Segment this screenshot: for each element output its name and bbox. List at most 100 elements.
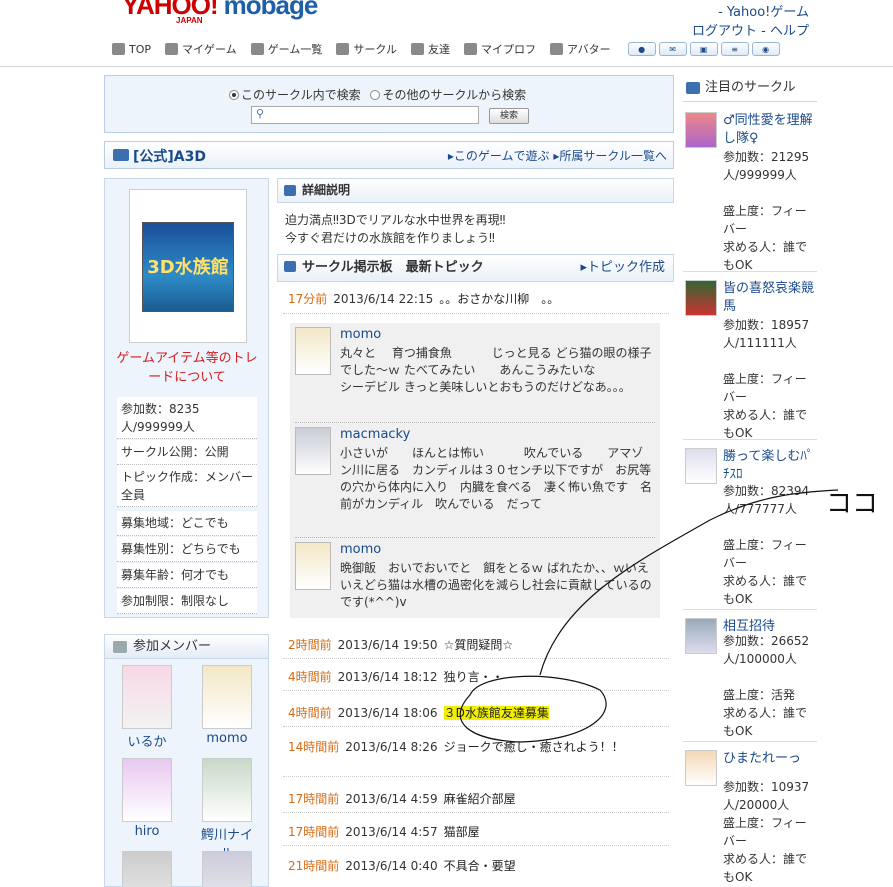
info-gender: 募集性別：どちらでも [117, 537, 257, 562]
featured-name[interactable]: 皆の喜怒哀楽競馬 [723, 280, 815, 316]
nav-avatar[interactable]: アバター [550, 41, 611, 57]
group-icon [686, 82, 700, 94]
logo-japan: JAPAN [176, 16, 203, 25]
featured-mood: 盛上度：フィーバー [723, 204, 807, 236]
option-other-label[interactable]: その他のサークルから検索 [382, 88, 526, 102]
yahoo-game-link[interactable]: - Yahoo!ゲーム [692, 3, 809, 22]
search-button[interactable]: 検索 [489, 108, 529, 124]
detail-line-2: 今すぐ君だけの水族館を作りましょう‼ [285, 231, 495, 245]
avatar[interactable] [295, 327, 331, 375]
header-links: - Yahoo!ゲーム ログアウト - ヘルプ [692, 3, 809, 41]
global-nav: TOP マイゲーム ゲーム一覧 サークル 友達 マイプロフ アバター ● ✉ ▣… [112, 41, 780, 57]
friends-icon [411, 43, 425, 55]
mygame-icon [165, 43, 179, 55]
game-icon[interactable]: ◉ [751, 42, 780, 56]
topic-date: 2013/6/14 8:26 [345, 740, 438, 754]
featured-circle[interactable]: ♂同性愛を理解し隊♀ 参加数：21295人/999999人 盛上度：フィーバー … [683, 106, 817, 272]
nav-circle[interactable]: サークル [336, 41, 397, 57]
chat-icon[interactable]: ● [627, 42, 656, 56]
latest-comments: momo 丸々と 育つ捕食魚 じっと見る どら猫の眼の様子でした〜ｗ たべてみた… [290, 323, 660, 618]
featured-want: 求める人：誰でもOK [723, 574, 808, 606]
yahoo-mobage-logo[interactable]: YAHOO! mobage JAPAN [122, 0, 319, 25]
radio-other-circle[interactable] [370, 90, 381, 100]
list-icon[interactable]: ≡ [720, 42, 749, 56]
box-icon[interactable]: ▣ [689, 42, 718, 56]
info-restriction: 参加制限：制限なし [117, 589, 257, 614]
member-item[interactable] [117, 851, 177, 887]
featured-circle[interactable]: 相互招待 参加数：26652人/100000人 盛上度：活発 求める人：誰でもO… [683, 612, 817, 742]
create-topic-label: トピック作成 [586, 260, 665, 275]
topic-row[interactable]: 4時間前 2013/6/14 18:12 独り言・・ [283, 663, 669, 691]
featured-mood: 盛上度：フィーバー [723, 538, 807, 570]
member-item[interactable] [197, 851, 257, 887]
logout-help-links[interactable]: ログアウト - ヘルプ [692, 22, 809, 41]
featured-header-label: 注目のサークル [705, 80, 796, 95]
member-item[interactable]: hiro [117, 758, 177, 839]
circle-title-bar: [公式]A3D ▸このゲームで遊ぶ ▸所属サークル一覧へ [104, 141, 674, 169]
topic-date: 2013/6/14 22:15 [333, 292, 434, 306]
avatar [122, 665, 172, 729]
avatar-icon [550, 43, 564, 55]
comment-author[interactable]: momo [340, 327, 381, 342]
member-item[interactable]: momo [197, 665, 257, 746]
search-input[interactable]: ⚲ [251, 106, 479, 124]
option-this-label[interactable]: このサークル内で検索 [241, 88, 361, 102]
topic-ago: 4時間前 [288, 706, 332, 720]
gamepad-icon [250, 43, 264, 55]
featured-name[interactable]: ひまたれーっ [723, 750, 815, 768]
featured-want: 求める人：誰でもOK [723, 706, 808, 738]
avatar[interactable] [295, 542, 331, 590]
comment-text: 小さいが ほんとは怖い 吹んでいる アマゾン川に居る カンディルは３０センチ以下… [340, 446, 653, 511]
annotation-text: ココ [826, 489, 878, 519]
play-game-link[interactable]: このゲームで遊ぶ [454, 149, 550, 163]
comment-divider [295, 537, 655, 538]
info-members: 参加数：8235人/999999人 [117, 397, 257, 439]
nav-friends[interactable]: 友達 [411, 41, 450, 57]
featured-name[interactable]: 勝って楽しむﾊﾟﾁｽﾛ [723, 448, 815, 484]
featured-count: 参加数：10937人/20000人 [723, 780, 810, 812]
members-panel: 参加メンバー いるか momo hiro 鰐川ナイル [104, 634, 269, 887]
radio-this-circle[interactable] [229, 90, 239, 100]
nav-gamelist[interactable]: ゲーム一覧 [250, 41, 322, 57]
logo-mobage: mobage [223, 0, 319, 20]
circle-thumbnail [685, 750, 717, 786]
board-header: サークル掲示板 最新トピック ▸トピック作成 [277, 254, 674, 282]
nav-mygame[interactable]: マイゲーム [165, 41, 237, 57]
topic-row[interactable]: 4時間前 2013/6/14 18:06 ３D水族館友達募集 [283, 699, 669, 727]
topic-title: 猫部屋 [443, 825, 480, 839]
mail-icon[interactable]: ✉ [658, 42, 687, 56]
info-public: サークル公開：公開 [117, 440, 257, 465]
topic-row[interactable]: 2時間前 2013/6/14 19:50 ☆質問疑問☆ [283, 631, 669, 659]
game-image[interactable]: 3D水族館 [142, 222, 234, 312]
featured-circle[interactable]: ひまたれーっ 参加数：10937人/20000人 盛上度：フィーバー 求める人：… [683, 744, 817, 887]
member-item[interactable]: 鰐川ナイル [197, 758, 257, 862]
topic-title: 不具合・要望 [443, 859, 516, 873]
featured-name[interactable]: ♂同性愛を理解し隊♀ [723, 112, 815, 148]
featured-want: 求める人：誰でもOK [723, 852, 808, 884]
featured-circle[interactable]: 勝って楽しむﾊﾟﾁｽﾛ 参加数：82394人/777777人 盛上度：フィーバー… [683, 442, 817, 610]
topic-row[interactable]: 17時間前 2013/6/14 4:59 麻雀紹介部屋 [283, 785, 669, 813]
topic-row[interactable]: 21時間前 2013/6/14 0:40 不具合・要望 [283, 852, 669, 880]
comment-author[interactable]: macmacky [340, 427, 410, 442]
featured-count: 参加数：82394人/777777人 [723, 484, 810, 516]
create-topic-link[interactable]: ▸トピック作成 [580, 255, 665, 281]
avatar[interactable] [295, 427, 331, 475]
comment-author[interactable]: momo [340, 542, 381, 557]
nav-myprofile[interactable]: マイプロフ [464, 41, 536, 57]
document-icon [284, 185, 296, 196]
circle-title: [公式]A3D [113, 146, 206, 166]
trade-link[interactable]: ゲームアイテム等のトレードについて [111, 349, 263, 387]
circle-icon [336, 43, 350, 55]
member-item[interactable]: いるか [117, 665, 177, 750]
circle-thumbnail [685, 112, 717, 148]
topic-row[interactable]: 14時間前 2013/6/14 8:26 ジョークで癒し・癒されよう！！ [283, 733, 669, 777]
featured-circle[interactable]: 皆の喜怒哀楽競馬 参加数：18957人/111111人 盛上度：フィーバー 求め… [683, 274, 817, 440]
comment-text: 晩御飯 おいでおいでと 餌をとるｗ ばれたか、、ｗいえいえどら猫は水槽の過密化を… [340, 561, 652, 609]
members-icon [113, 641, 127, 653]
topic-row[interactable]: 17時間前 2013/6/14 4:57 猫部屋 [283, 818, 669, 846]
circle-list-link[interactable]: 所属サークル一覧へ [559, 149, 667, 163]
nav-top[interactable]: TOP [112, 43, 151, 56]
header-divider [0, 66, 893, 67]
topic-row-latest[interactable]: 17分前 2013/6/14 22:15 。。おさかな川柳 。。 [283, 284, 669, 314]
nav-label: マイプロフ [481, 43, 537, 56]
